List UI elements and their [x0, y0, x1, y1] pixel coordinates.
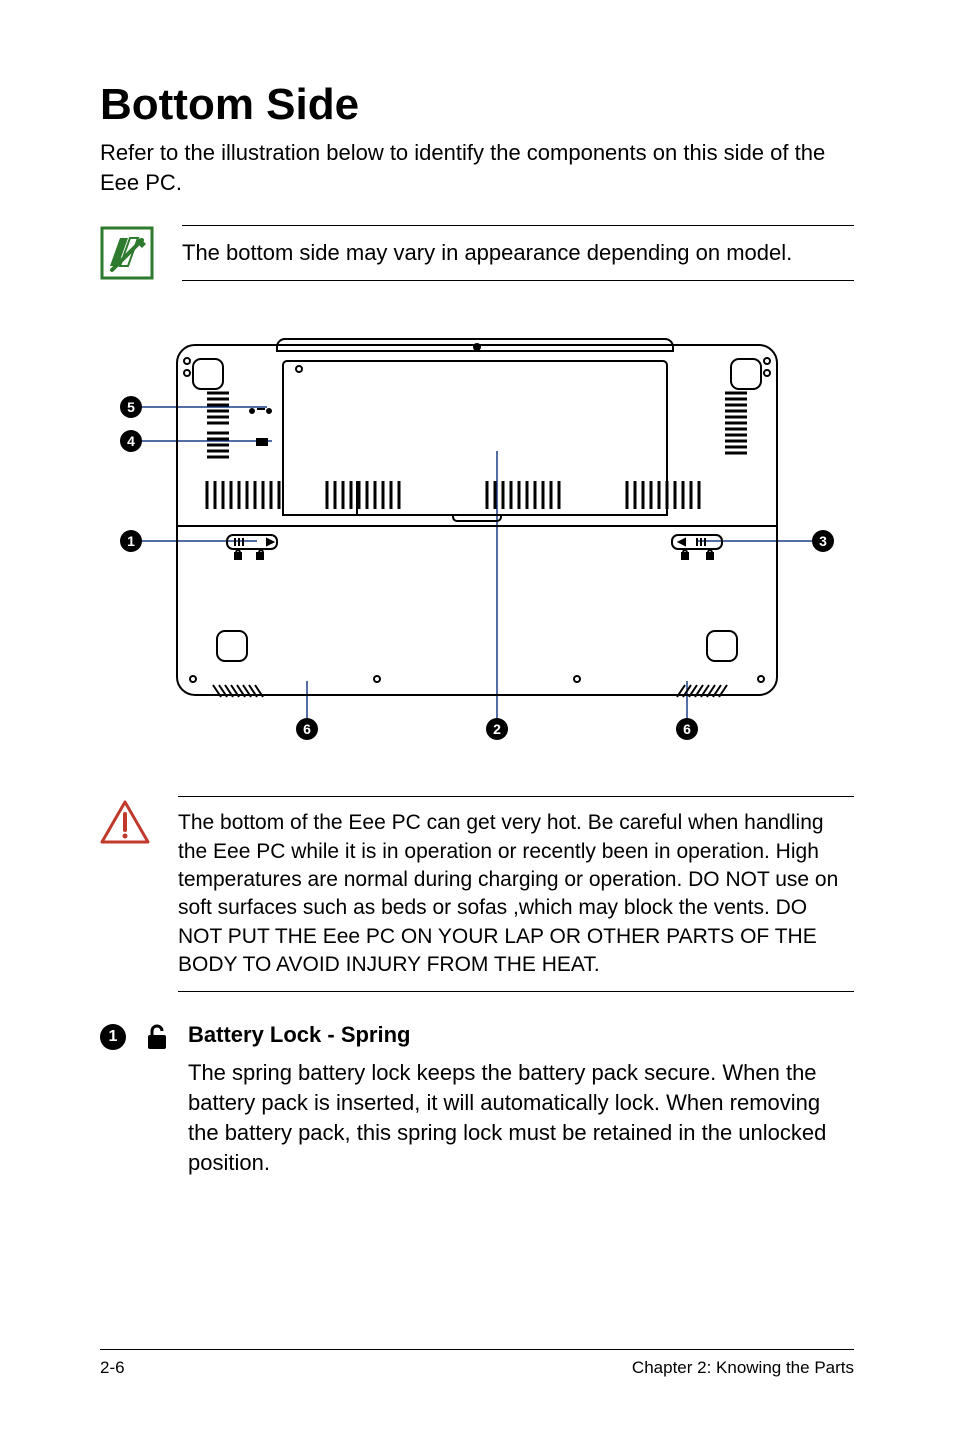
lock-icon — [142, 1022, 172, 1057]
item-1-heading: Battery Lock - Spring — [188, 1022, 854, 1048]
bottom-diagram: 5 4 1 3 6 2 6 — [117, 321, 837, 756]
warning-icon — [100, 796, 150, 844]
item-1-number: 1 — [100, 1024, 126, 1050]
warning-text: The bottom of the Eee PC can get very ho… — [178, 796, 854, 992]
warning-block: The bottom of the Eee PC can get very ho… — [100, 796, 854, 992]
note-icon — [100, 226, 154, 280]
note-block: The bottom side may vary in appearance d… — [100, 225, 854, 281]
item-1-block: 1 Battery Lock - Spring The spring batte… — [100, 1022, 854, 1177]
intro-text: Refer to the illustration below to ident… — [100, 138, 854, 197]
callout-1: 1 — [127, 533, 135, 549]
callout-6b: 6 — [683, 721, 691, 737]
footer-page-number: 2-6 — [100, 1358, 125, 1378]
footer-chapter: Chapter 2: Knowing the Parts — [632, 1358, 854, 1378]
callout-4: 4 — [127, 433, 135, 449]
page-footer: 2-6 Chapter 2: Knowing the Parts — [100, 1349, 854, 1378]
callout-6a: 6 — [303, 721, 311, 737]
note-text: The bottom side may vary in appearance d… — [182, 225, 854, 281]
page: Bottom Side Refer to the illustration be… — [0, 0, 954, 1438]
callout-3: 3 — [819, 533, 827, 549]
page-title: Bottom Side — [100, 80, 854, 130]
callout-2: 2 — [493, 721, 501, 737]
item-1-text: The spring battery lock keeps the batter… — [188, 1058, 854, 1177]
callout-5: 5 — [127, 399, 135, 415]
